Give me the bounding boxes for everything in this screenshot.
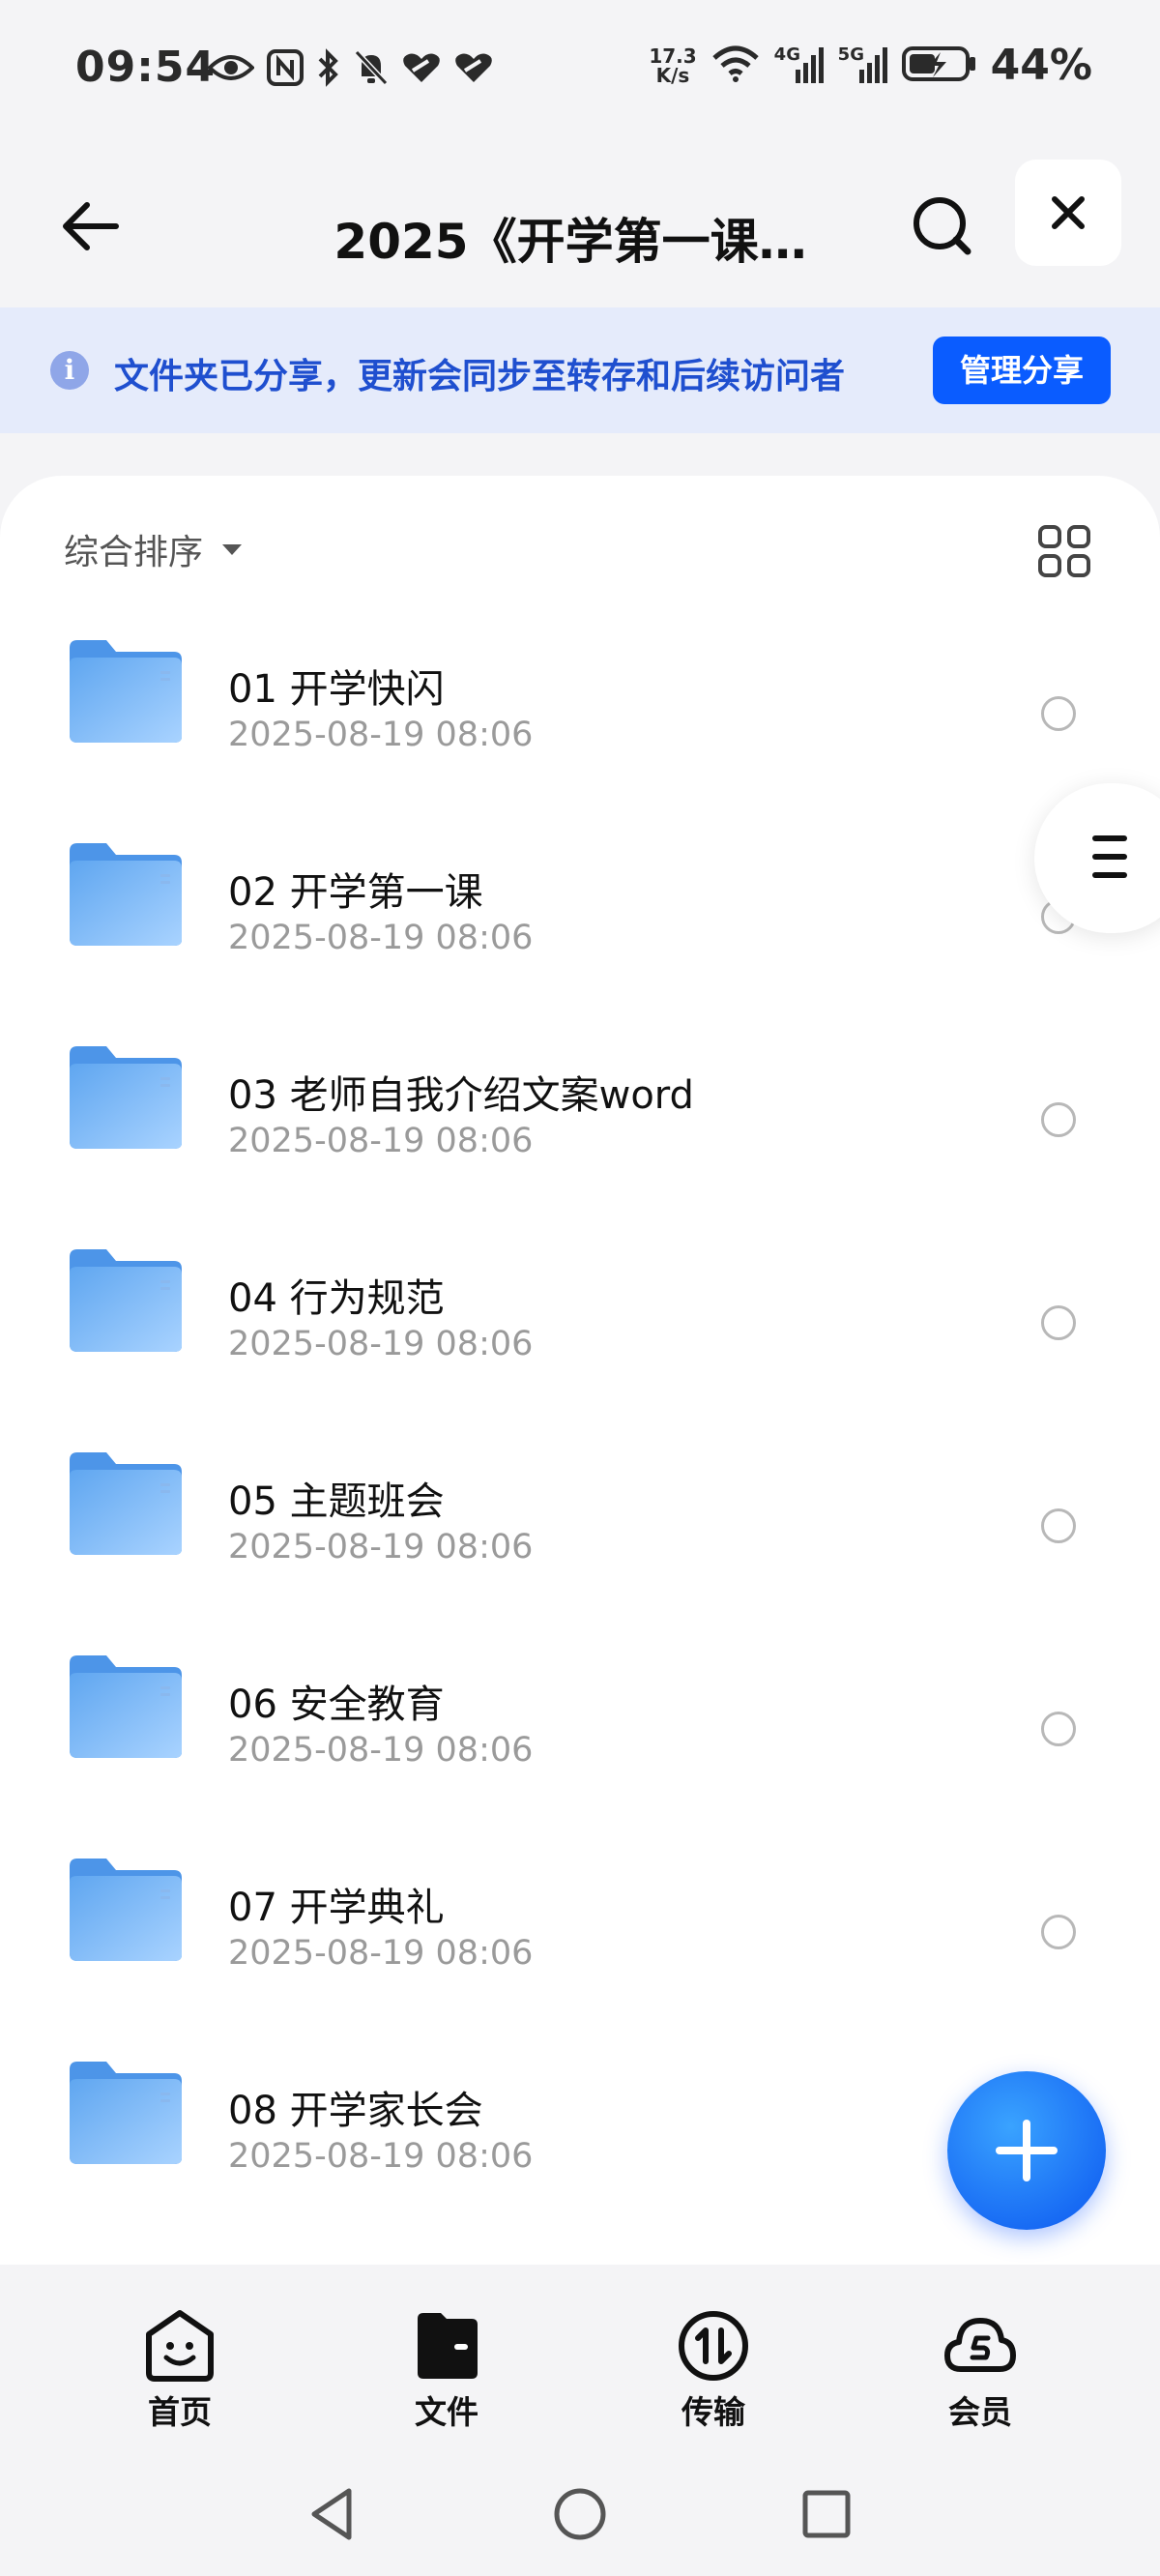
sort-dropdown[interactable]: 综合排序: [64, 524, 244, 574]
file-name: 01 开学快闪: [228, 667, 445, 712]
manage-share-button[interactable]: 管理分享: [933, 337, 1111, 404]
file-date: 2025-08-19 08:06: [228, 919, 534, 957]
file-row[interactable]: 01 开学快闪 2025-08-19 08:06: [0, 638, 1160, 841]
nav-label-files: 文件: [415, 2393, 478, 2431]
eye-icon: [207, 51, 255, 88]
file-name: 02 开学第一课: [228, 870, 483, 915]
sort-label: 综合排序: [64, 533, 204, 572]
file-date: 2025-08-19 08:06: [228, 1934, 534, 1973]
nav-label-home: 首页: [148, 2393, 212, 2431]
grid-view-icon: [1038, 554, 1061, 577]
status-time: 09:54: [75, 43, 217, 92]
system-navigation-bar: [0, 2456, 1160, 2576]
file-row[interactable]: 04 行为规范 2025-08-19 08:06: [0, 1247, 1160, 1450]
file-date: 2025-08-19 08:06: [228, 1122, 534, 1160]
close-button[interactable]: [1015, 160, 1121, 266]
status-icons-right: 17.3 K/s 4G 5G 44%: [649, 41, 1092, 90]
share-banner: i 文件夹已分享，更新会同步至转存和后续访问者 管理分享: [0, 307, 1160, 433]
network-speed: 17.3 K/s: [649, 46, 696, 85]
member-cloud-icon: [944, 2318, 1016, 2372]
network-speed-value: 17.3: [649, 44, 697, 68]
select-radio[interactable]: [1041, 1712, 1076, 1746]
folder-icon: [70, 1452, 182, 1555]
menu-icon: [1092, 835, 1127, 841]
folder-icon: [70, 640, 182, 743]
file-row[interactable]: 03 老师自我介绍文案word 2025-08-19 08:06: [0, 1044, 1160, 1247]
file-name: 06 安全教育: [228, 1683, 445, 1727]
file-date: 2025-08-19 08:06: [228, 1528, 534, 1566]
file-row[interactable]: 06 安全教育 2025-08-19 08:06: [0, 1654, 1160, 1857]
folder-icon: [70, 2062, 182, 2164]
add-button[interactable]: [947, 2071, 1106, 2230]
nav-label-transfer: 传输: [682, 2393, 745, 2431]
grid-view-icon: [1067, 554, 1090, 577]
heart-link-icon: [401, 51, 442, 88]
file-date: 2025-08-19 08:06: [228, 716, 534, 754]
file-date: 2025-08-19 08:06: [228, 2137, 534, 2176]
file-list-card: 综合排序 01 开学快闪 2025-08-19 08:06 02 开学第一课 2…: [0, 476, 1160, 2265]
file-row[interactable]: 07 开学典礼 2025-08-19 08:06: [0, 1857, 1160, 2060]
status-bar: 09:54 17.3 K/s 4G 5G 44%: [0, 0, 1160, 145]
system-home-icon[interactable]: [551, 2485, 609, 2543]
nav-item-member[interactable]: 会员: [847, 2292, 1114, 2437]
files-folder-icon: [418, 2313, 478, 2379]
select-radio[interactable]: [1041, 696, 1076, 731]
file-name: 03 老师自我介绍文案word: [228, 1073, 694, 1118]
file-list: 01 开学快闪 2025-08-19 08:06 02 开学第一课 2025-0…: [0, 638, 1160, 2263]
menu-icon: [1092, 854, 1127, 860]
back-arrow-icon: [63, 202, 119, 250]
share-banner-message: 文件夹已分享，更新会同步至转存和后续访问者: [114, 357, 846, 396]
file-row[interactable]: 02 开学第一课 2025-08-19 08:06: [0, 841, 1160, 1044]
file-name: 05 主题班会: [228, 1479, 445, 1524]
folder-icon: [70, 1249, 182, 1352]
signal-5g-icon: 5G: [838, 44, 888, 87]
file-row[interactable]: 05 主题班会 2025-08-19 08:06: [0, 1450, 1160, 1654]
file-date: 2025-08-19 08:06: [228, 1731, 534, 1770]
grid-view-button[interactable]: [1034, 521, 1094, 581]
select-radio[interactable]: [1041, 1305, 1076, 1340]
folder-icon: [70, 1655, 182, 1758]
file-name: 08 开学家长会: [228, 2089, 483, 2133]
wifi-icon: [710, 44, 761, 87]
folder-icon: [70, 1046, 182, 1149]
bluetooth-icon: [316, 48, 341, 91]
menu-icon: [1092, 872, 1127, 878]
nav-item-files[interactable]: 文件: [313, 2292, 580, 2437]
bottom-navigation: 首页 文件 传输 会员: [0, 2292, 1160, 2437]
select-radio[interactable]: [1041, 1915, 1076, 1949]
page-title: 2025《开学第一课…: [334, 214, 807, 270]
close-icon: [1052, 196, 1085, 229]
signal-4g-icon: 4G: [774, 44, 825, 87]
back-button[interactable]: [50, 188, 128, 265]
system-recents-icon[interactable]: [798, 2485, 856, 2543]
home-smile-icon: [146, 2310, 214, 2382]
grid-view-icon: [1067, 525, 1090, 548]
file-name: 07 开学典礼: [228, 1886, 445, 1930]
battery-charging-icon: [901, 44, 977, 87]
nfc-icon: [266, 48, 304, 91]
select-radio[interactable]: [1041, 1102, 1076, 1137]
nav-item-transfer[interactable]: 传输: [580, 2292, 847, 2437]
nav-label-member: 会员: [948, 2393, 1012, 2431]
grid-view-icon: [1038, 525, 1061, 548]
file-name: 04 行为规范: [228, 1276, 445, 1321]
folder-icon: [70, 843, 182, 946]
transfer-icon: [679, 2311, 748, 2381]
mute-bell-icon: [353, 48, 390, 91]
header: 2025《开学第一课…: [0, 145, 1160, 309]
caret-down-icon: [222, 544, 243, 555]
battery-percentage: 44%: [990, 41, 1092, 90]
system-back-icon[interactable]: [304, 2485, 362, 2543]
nav-item-home[interactable]: 首页: [46, 2292, 313, 2437]
heart-link-icon: [453, 51, 494, 88]
file-date: 2025-08-19 08:06: [228, 1325, 534, 1363]
folder-icon: [70, 1859, 182, 1961]
network-speed-unit: K/s: [655, 63, 690, 87]
info-icon: i: [50, 351, 89, 390]
status-icons-left: [207, 48, 494, 91]
search-icon: [914, 197, 972, 255]
select-radio[interactable]: [1041, 1508, 1076, 1543]
search-button[interactable]: [904, 188, 981, 265]
